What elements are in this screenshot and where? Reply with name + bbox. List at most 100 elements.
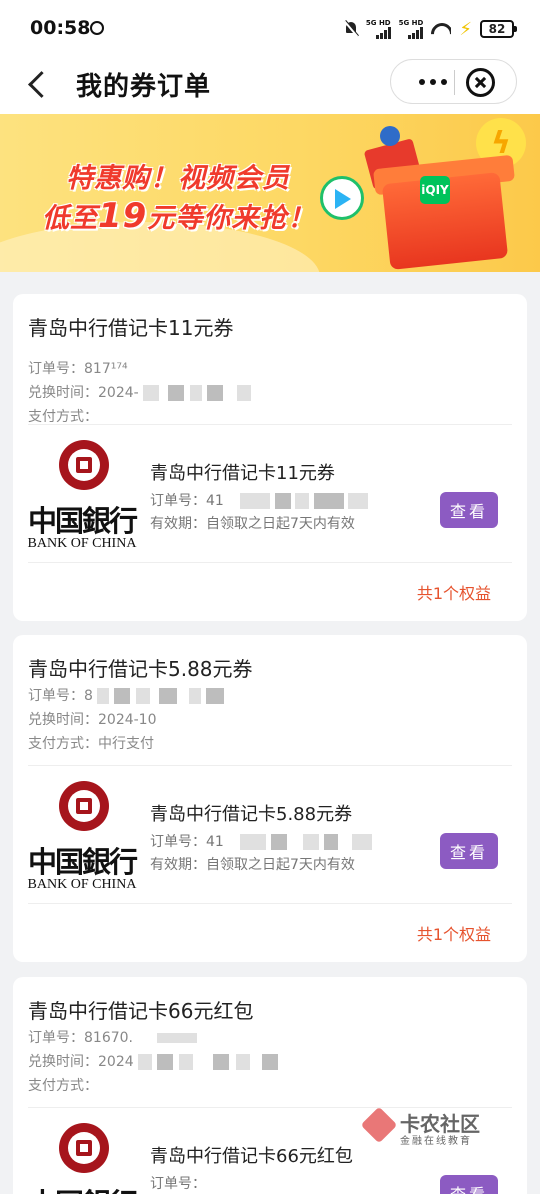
page-title: 我的券订单 bbox=[76, 72, 212, 102]
order-number-label: 订单号： bbox=[28, 361, 84, 377]
pay-method-row: 支付方式： bbox=[28, 406, 98, 426]
mute-icon bbox=[344, 21, 358, 37]
exchange-time-label: 兑换时间： bbox=[28, 1054, 98, 1070]
pay-method-value: 中行支付 bbox=[98, 736, 154, 752]
benefit-count: 共1个权益 bbox=[416, 925, 491, 944]
coupon-name: 青岛中行借记卡11元券 bbox=[150, 463, 335, 484]
promo-banner[interactable]: 特惠购！视频会员 低至19元等你来抢！ ϟ iQIY bbox=[0, 114, 540, 272]
exchange-time-value: 2024-10 bbox=[98, 712, 157, 728]
pay-method-row: 支付方式：中行支付 bbox=[28, 733, 154, 753]
banner-subline: 低至19元等你来抢！ bbox=[42, 196, 315, 236]
order-title: 青岛中行借记卡11元券 bbox=[28, 316, 234, 340]
charging-icon: ⚡ bbox=[459, 18, 472, 40]
signal-icon bbox=[375, 27, 391, 39]
bank-of-china-logo: 中国銀行 BANK OF CHINA bbox=[27, 440, 138, 554]
coupon-validity-row: 有效期：自领取之日起7天内有效 bbox=[150, 854, 355, 874]
coupon-name: 青岛中行借记卡5.88元券 bbox=[150, 804, 353, 825]
divider bbox=[28, 765, 512, 766]
tencent-video-logo bbox=[320, 176, 364, 220]
watermark-logo-icon bbox=[362, 1108, 396, 1142]
more-icon[interactable] bbox=[413, 73, 453, 91]
pay-method-label: 支付方式： bbox=[28, 1078, 98, 1094]
coupon-order-value: 41 bbox=[206, 834, 224, 850]
pay-method-row: 支付方式： bbox=[28, 1075, 98, 1095]
wifi-icon bbox=[431, 21, 451, 37]
exchange-time-label: 兑换时间： bbox=[28, 385, 98, 401]
coupon-order-row: 订单号： bbox=[150, 1173, 206, 1193]
banner-headline: 特惠购！视频会员 bbox=[66, 163, 290, 194]
bank-name-cn: 中国銀行 bbox=[27, 1181, 138, 1194]
coupon-order-row: 订单号：41 bbox=[150, 490, 369, 510]
view-button[interactable]: 查看 bbox=[440, 1175, 498, 1194]
bank-name-en: BANK OF CHINA bbox=[27, 536, 137, 551]
bank-of-china-logo: 中国銀行 BANK OF CHINA bbox=[27, 1123, 138, 1194]
coupon-order-label: 订单号： bbox=[150, 493, 206, 509]
network-label-1: 5G HD bbox=[365, 19, 391, 27]
order-title: 青岛中行借记卡5.88元券 bbox=[28, 657, 253, 681]
order-card[interactable]: 青岛中行借记卡66元红包 订单号：81670. 兑换时间：2024 支付方式： … bbox=[13, 977, 527, 1194]
battery-icon: 82 bbox=[480, 20, 517, 38]
order-title: 青岛中行借记卡66元红包 bbox=[28, 999, 254, 1023]
view-button[interactable]: 查看 bbox=[440, 492, 498, 528]
coupon-order-label: 订单号： bbox=[150, 1176, 206, 1192]
validity-label: 有效期： bbox=[150, 857, 206, 873]
order-number-value: 81670. bbox=[84, 1030, 133, 1046]
order-number-row: 订单号：817¹⁷⁴ bbox=[28, 358, 128, 378]
mini-program-capsule bbox=[390, 59, 517, 104]
coupon-order-row: 订单号：41 bbox=[150, 831, 373, 851]
order-number-value: 817¹⁷⁴ bbox=[84, 361, 128, 377]
status-bar: 00:58 5G HD 5G HD ⚡ 82 bbox=[0, 0, 540, 56]
coupon-name: 青岛中行借记卡66元红包 bbox=[150, 1146, 353, 1167]
banner-subline-pre: 低至 bbox=[42, 203, 98, 234]
bank-name-cn: 中国銀行 bbox=[27, 845, 138, 879]
order-number-row: 订单号：81670. bbox=[28, 1027, 198, 1047]
person-illustration bbox=[380, 126, 400, 146]
back-arrow-icon[interactable] bbox=[24, 69, 54, 99]
exchange-time-row: 兑换时间：2024 bbox=[28, 1051, 279, 1071]
coupon-order-value: 41 bbox=[206, 493, 224, 509]
validity-label: 有效期： bbox=[150, 516, 206, 532]
coupon-order-label: 订单号： bbox=[150, 834, 206, 850]
watermark-subtitle: 金融在线教育 bbox=[400, 1136, 472, 1147]
signal-1: 5G HD bbox=[366, 19, 391, 39]
divider bbox=[28, 424, 512, 425]
divider bbox=[28, 903, 512, 904]
benefit-count: 共1个权益 bbox=[416, 584, 491, 603]
exchange-time-row: 兑换时间：2024- bbox=[28, 382, 251, 402]
order-number-label: 订单号： bbox=[28, 1030, 84, 1046]
validity-value: 自领取之日起7天内有效 bbox=[206, 857, 355, 873]
network-label-2: 5G HD bbox=[398, 19, 424, 27]
banner-subline-post: 元等你来抢！ bbox=[147, 203, 316, 234]
order-number-row: 订单号：8 bbox=[28, 685, 224, 705]
bank-of-china-logo: 中国銀行 BANK OF CHINA bbox=[27, 781, 138, 895]
bank-name-en: BANK OF CHINA bbox=[27, 877, 137, 892]
view-button[interactable]: 查看 bbox=[440, 833, 498, 869]
boc-emblem-icon bbox=[59, 1123, 109, 1173]
divider bbox=[28, 562, 512, 563]
signal-icon bbox=[408, 27, 424, 39]
nav-bar: 我的券订单 bbox=[0, 56, 540, 114]
coupon-validity-row: 有效期：自领取之日起7天内有效 bbox=[150, 513, 355, 533]
bank-name-cn: 中国銀行 bbox=[27, 504, 138, 538]
pay-method-label: 支付方式： bbox=[28, 736, 98, 752]
banner-price: 19 bbox=[98, 196, 148, 236]
order-card[interactable]: 青岛中行借记卡11元券 订单号：817¹⁷⁴ 兑换时间：2024- 支付方式： … bbox=[13, 294, 527, 621]
alarm-icon bbox=[90, 21, 104, 35]
close-icon[interactable] bbox=[466, 68, 495, 97]
boc-emblem-icon bbox=[59, 440, 109, 490]
exchange-time-label: 兑换时间： bbox=[28, 712, 98, 728]
pay-method-label: 支付方式： bbox=[28, 409, 98, 425]
status-icons: 5G HD 5G HD ⚡ 82 bbox=[344, 16, 517, 42]
signal-2: 5G HD bbox=[399, 19, 424, 39]
exchange-time-value: 2024- bbox=[98, 385, 139, 401]
iqiyi-logo: iQIY bbox=[420, 176, 450, 204]
exchange-time-row: 兑换时间：2024-10 bbox=[28, 709, 157, 729]
capsule-divider bbox=[454, 70, 455, 95]
status-time: 00:58 bbox=[30, 17, 91, 39]
validity-value: 自领取之日起7天内有效 bbox=[206, 516, 355, 532]
watermark: 卡农社区 金融在线教育 bbox=[362, 1108, 492, 1147]
order-number-value: 8 bbox=[84, 688, 93, 704]
order-card[interactable]: 青岛中行借记卡5.88元券 订单号：8 兑换时间：2024-10 支付方式：中行… bbox=[13, 635, 527, 962]
exchange-time-value: 2024 bbox=[98, 1054, 134, 1070]
order-number-label: 订单号： bbox=[28, 688, 84, 704]
